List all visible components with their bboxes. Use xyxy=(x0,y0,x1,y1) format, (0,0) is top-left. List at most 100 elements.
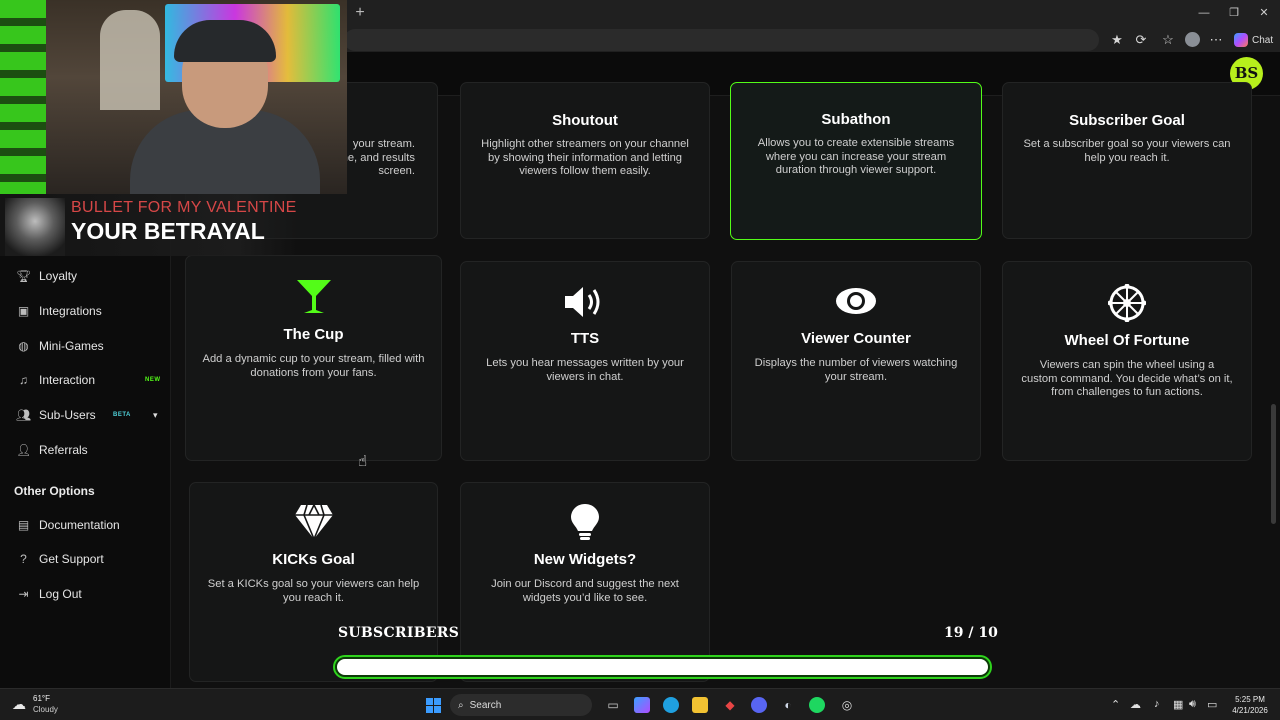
obs-icon[interactable]: ◎ xyxy=(839,697,855,713)
sidebar-item-label: Referrals xyxy=(39,443,88,457)
taskbar-clock[interactable]: 5:25 PM 4/21/2026 xyxy=(1228,694,1272,716)
taskbar-search[interactable]: ⌕ Search xyxy=(450,694,592,716)
mouse-pointer-icon: ☝︎ xyxy=(358,453,368,470)
sidebar-item-integrations[interactable]: ▣ Integrations xyxy=(0,297,171,325)
users-icon: 👥︎ xyxy=(16,407,32,422)
more-menu-icon[interactable]: ⋯ xyxy=(1207,31,1225,49)
battery-icon[interactable]: ▭ xyxy=(1207,698,1217,711)
edge-icon[interactable] xyxy=(663,697,679,713)
task-view-icon[interactable]: ▭ xyxy=(605,697,621,713)
album-art xyxy=(5,198,65,256)
copilot-app-icon[interactable] xyxy=(634,697,650,713)
favorite-star-icon[interactable]: ★ xyxy=(1108,31,1126,49)
logout-icon: ⇥ xyxy=(18,586,29,601)
widget-desc: Highlight other streamers on your channe… xyxy=(481,138,689,177)
page-scrollbar[interactable] xyxy=(1271,404,1276,524)
microphone-icon[interactable]: ♪ xyxy=(1154,698,1160,710)
sidebar-item-label: Integrations xyxy=(39,304,102,318)
beta-badge: BETA xyxy=(113,412,131,418)
subscribers-progress-fill xyxy=(337,659,988,675)
widget-desc: Displays the number of viewers watching … xyxy=(754,357,958,383)
now-playing-overlay: BULLET FOR MY VALENTINE YOUR BETRAYAL xyxy=(0,194,298,256)
sidebar-item-label: Get Support xyxy=(39,552,104,566)
streamer-headset xyxy=(174,20,276,62)
widget-title: New Widgets? xyxy=(533,551,637,568)
widget-desc: Set a subscriber goal so your viewers ca… xyxy=(1023,138,1231,164)
widget-desc: Viewers can spin the wheel using a custo… xyxy=(1021,359,1233,398)
lightbulb-icon xyxy=(571,504,599,540)
widget-desc: Set a KICKs goal so your viewers can hel… xyxy=(207,578,420,604)
sidebar-item-log-out[interactable]: ⇥ Log Out xyxy=(0,580,171,608)
discord-icon[interactable] xyxy=(751,697,767,713)
widget-card-subscriber-goal[interactable]: Subscriber Goal Set a subscriber goal so… xyxy=(1002,82,1252,239)
sidebar-item-label: Sub-Users xyxy=(39,408,96,422)
file-explorer-icon[interactable] xyxy=(692,697,708,713)
sidebar-item-documentation[interactable]: ▤ Documentation xyxy=(0,511,171,539)
volume-icon[interactable]: 🔊︎ xyxy=(1189,698,1196,711)
widget-title: TTS xyxy=(570,330,600,347)
tray-overflow-icon[interactable]: ⌃ xyxy=(1111,698,1120,711)
widget-card-subathon[interactable]: Subathon Allows you to create extensible… xyxy=(730,82,982,240)
cloud-icon[interactable]: ☁ xyxy=(12,697,28,711)
widget-card-the-cup[interactable]: The Cup Add a dynamic cup to your stream… xyxy=(185,255,442,461)
widget-card-tts[interactable]: TTS Lets you hear messages written by yo… xyxy=(460,261,710,461)
widget-title: KICKs Goal xyxy=(272,551,355,568)
sidebar-item-sub-users[interactable]: 👥︎ Sub-Users BETA ▾ xyxy=(0,401,171,429)
weather-description[interactable]: Cloudy xyxy=(33,705,58,714)
extensions-icon[interactable]: ⟳ xyxy=(1132,31,1150,49)
subscribers-label: SUBSCRIBERS xyxy=(338,625,460,641)
user-plus-icon: 👤︎ xyxy=(16,442,32,457)
copilot-icon xyxy=(1234,33,1248,47)
new-badge: NEW xyxy=(145,377,161,383)
widget-title: Subscriber Goal xyxy=(1069,112,1185,129)
copilot-chat-button[interactable]: Chat xyxy=(1234,31,1278,49)
other-options-heading: Other Options xyxy=(14,484,95,498)
search-label: Search xyxy=(469,699,502,711)
widget-desc: Lets you hear messages written by your v… xyxy=(486,357,684,383)
app-red-diamond-icon[interactable]: ◆ xyxy=(722,697,738,713)
sidebar-item-get-support[interactable]: ? Get Support xyxy=(0,545,171,573)
widget-desc: Allows you to create extensible streams … xyxy=(757,137,955,176)
weather-temperature[interactable]: 61°F xyxy=(33,694,50,703)
steam-icon[interactable]: ◐ xyxy=(780,697,796,713)
sidebar-item-mini-games[interactable]: ◍ Mini-Games xyxy=(0,332,171,360)
eye-icon xyxy=(836,288,876,314)
subscribers-progress-bar xyxy=(333,655,992,679)
widget-card-shoutout[interactable]: Shoutout Highlight other streamers on yo… xyxy=(460,82,710,239)
sidebar-item-loyalty[interactable]: 🏆︎ Loyalty xyxy=(0,262,171,290)
widget-title: Shoutout xyxy=(552,112,618,129)
sidebar-item-referrals[interactable]: 👤︎ Referrals xyxy=(0,436,171,464)
address-bar[interactable] xyxy=(344,29,1099,51)
spotify-icon[interactable] xyxy=(809,697,825,713)
profile-avatar[interactable] xyxy=(1185,32,1200,47)
chevron-down-icon[interactable]: ▾ xyxy=(153,410,158,421)
minimize-button[interactable]: — xyxy=(1192,4,1216,22)
subscribers-count: 19 / 10 xyxy=(944,625,998,641)
widget-desc: Join our Discord and suggest the next wi… xyxy=(491,578,679,604)
wheel-icon xyxy=(1108,284,1146,322)
favorites-icon[interactable]: ☆ xyxy=(1159,31,1177,49)
new-tab-button[interactable]: + xyxy=(352,4,368,22)
webcam-background-left xyxy=(0,0,46,194)
widget-card-viewer-counter[interactable]: Viewer Counter Displays the number of vi… xyxy=(731,261,981,461)
cocktail-glass-icon xyxy=(296,280,331,313)
now-playing-artist: BULLET FOR MY VALENTINE xyxy=(71,199,297,216)
widget-card-kicks-goal[interactable]: KICKs Goal Set a KICKs goal so your view… xyxy=(189,482,438,682)
widget-card-wheel-of-fortune[interactable]: Wheel Of Fortune Viewers can spin the wh… xyxy=(1002,261,1252,461)
diamond-icon xyxy=(294,504,333,540)
onedrive-icon[interactable]: ☁ xyxy=(1130,698,1141,711)
sidebar-item-label: Loyalty xyxy=(39,269,78,283)
clock-date: 4/21/2026 xyxy=(1232,706,1268,715)
sidebar-item-label: Documentation xyxy=(39,518,120,532)
sidebar-item-label: Log Out xyxy=(39,587,82,601)
close-window-button[interactable]: ✕ xyxy=(1252,4,1276,22)
widget-card-new-widgets[interactable]: New Widgets? Join our Discord and sugges… xyxy=(460,482,710,682)
widget-desc: Add a dynamic cup to your stream, filled… xyxy=(202,353,425,379)
widget-desc: your stream. he, and results screen. xyxy=(341,138,415,177)
start-button[interactable] xyxy=(426,698,441,713)
network-icon[interactable]: ▦ xyxy=(1173,698,1183,711)
restore-button[interactable]: ❐ xyxy=(1222,4,1246,22)
book-icon: ▤ xyxy=(17,517,30,532)
webcam-background-window xyxy=(100,10,160,110)
sidebar-item-interaction[interactable]: ♫ Interaction NEW xyxy=(0,366,171,394)
